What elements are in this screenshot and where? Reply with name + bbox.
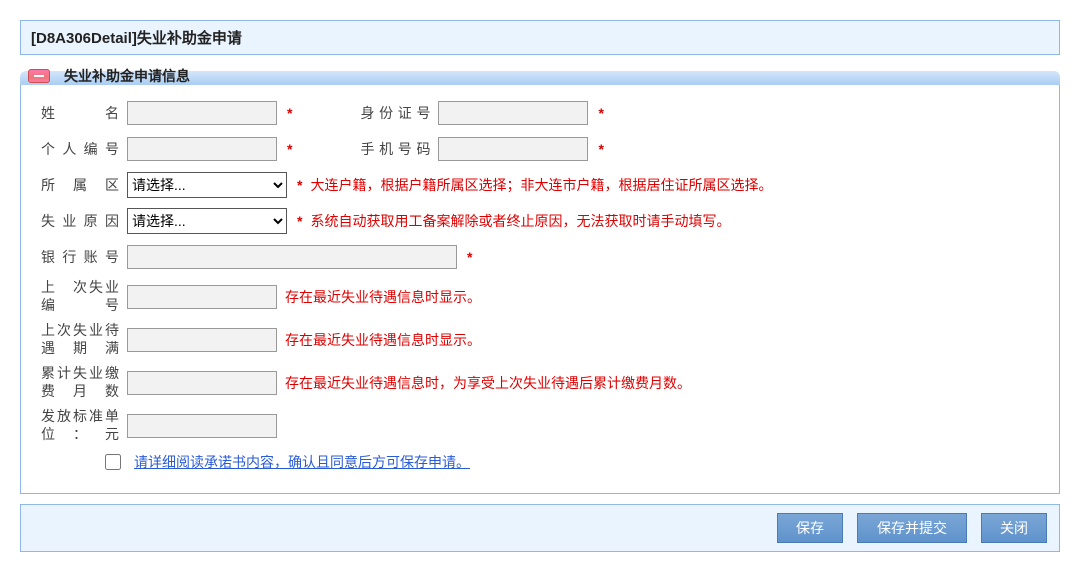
- label-personal-no: 个人编号: [41, 139, 119, 159]
- label-standard: 发放标准单位：元: [41, 408, 119, 443]
- label-phone: 手机号码: [360, 139, 430, 159]
- save-submit-button[interactable]: 保存并提交: [857, 513, 967, 543]
- page-title: [D8A306Detail]失业补助金申请: [31, 30, 242, 47]
- hint-last-expire: 存在最近失业待遇信息时显示。: [285, 330, 481, 350]
- standard-input[interactable]: [127, 414, 277, 438]
- row-district: 所 属 区 请选择... * 大连户籍，根据户籍所属区选择；非大连市户籍，根据居…: [41, 171, 1039, 199]
- district-select[interactable]: 请选择...: [127, 172, 287, 198]
- required-mark: *: [287, 141, 292, 157]
- label-last-unemp-no: 上 次失业编号: [41, 279, 119, 314]
- hint-accum-months: 存在最近失业待遇信息时，为享受上次失业待遇后累计缴费月数。: [285, 373, 691, 393]
- label-last-expire: 上次失业待遇期满: [41, 322, 119, 357]
- panel-body: 姓 名 * 身份证号 * 个人编号 * 手机号码 * 所 属 区 请选择... …: [20, 85, 1060, 494]
- required-mark: *: [467, 249, 472, 265]
- row-last-unemp-no: 上 次失业编号 存在最近失业待遇信息时显示。: [41, 279, 1039, 314]
- bank-account-input[interactable]: [127, 245, 457, 269]
- row-reason: 失业原因 请选择... * 系统自动获取用工备案解除或者终止原因，无法获取时请手…: [41, 207, 1039, 235]
- row-name-id: 姓 名 * 身份证号 *: [41, 99, 1039, 127]
- id-number-input[interactable]: [438, 101, 588, 125]
- last-unemp-no-input[interactable]: [127, 285, 277, 309]
- required-mark: *: [297, 177, 302, 193]
- terms-row: 请详细阅读承诺书内容，确认且同意后方可保存申请。: [101, 451, 1039, 473]
- reason-select[interactable]: 请选择...: [127, 208, 287, 234]
- terms-checkbox[interactable]: [105, 454, 121, 470]
- phone-input[interactable]: [438, 137, 588, 161]
- label-name: 姓 名: [41, 103, 119, 123]
- label-reason: 失业原因: [41, 211, 119, 231]
- row-personal-phone: 个人编号 * 手机号码 *: [41, 135, 1039, 163]
- panel-header: 失业补助金申请信息: [20, 63, 1060, 85]
- required-mark: *: [598, 105, 603, 121]
- terms-link[interactable]: 请详细阅读承诺书内容，确认且同意后方可保存申请。: [134, 452, 470, 472]
- label-id-number: 身份证号: [360, 103, 430, 123]
- hint-last-unemp-no: 存在最近失业待遇信息时显示。: [285, 287, 481, 307]
- row-last-expire: 上次失业待遇期满 存在最近失业待遇信息时显示。: [41, 322, 1039, 357]
- row-bank: 银行账号 *: [41, 243, 1039, 271]
- label-accum-months: 累计失业缴费月数: [41, 365, 119, 400]
- row-accum-months: 累计失业缴费月数 存在最近失业待遇信息时，为享受上次失业待遇后累计缴费月数。: [41, 365, 1039, 400]
- required-mark: *: [598, 141, 603, 157]
- label-district: 所 属 区: [41, 175, 119, 195]
- personal-no-input[interactable]: [127, 137, 277, 161]
- form-panel: 失业补助金申请信息 姓 名 * 身份证号 * 个人编号 * 手机号码 * 所 属…: [20, 63, 1060, 494]
- close-button[interactable]: 关闭: [981, 513, 1047, 543]
- name-input[interactable]: [127, 101, 277, 125]
- last-expire-input[interactable]: [127, 328, 277, 352]
- page-title-bar: [D8A306Detail]失业补助金申请: [20, 20, 1060, 55]
- row-standard: 发放标准单位：元: [41, 408, 1039, 443]
- save-button[interactable]: 保存: [777, 513, 843, 543]
- collapse-icon[interactable]: [28, 69, 50, 83]
- hint-district: 大连户籍，根据户籍所属区选择；非大连市户籍，根据居住证所属区选择。: [310, 175, 772, 195]
- button-bar: 保存 保存并提交 关闭: [20, 504, 1060, 552]
- required-mark: *: [287, 105, 292, 121]
- label-bank-account: 银行账号: [41, 247, 119, 267]
- accum-months-input[interactable]: [127, 371, 277, 395]
- required-mark: *: [297, 213, 302, 229]
- hint-reason: 系统自动获取用工备案解除或者终止原因，无法获取时请手动填写。: [310, 211, 730, 231]
- panel-title: 失业补助金申请信息: [64, 66, 190, 86]
